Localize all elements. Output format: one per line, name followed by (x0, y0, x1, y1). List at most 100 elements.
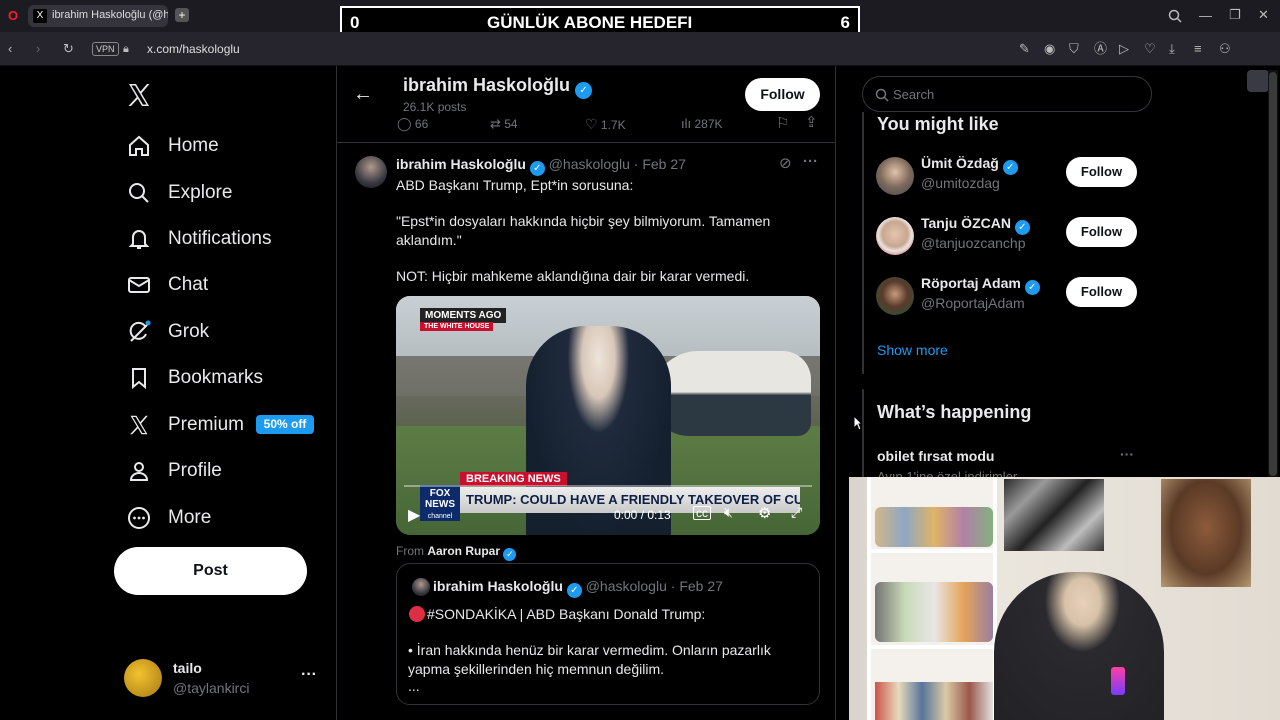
suggestion-handle: @tanjuozcanchp (921, 235, 1026, 251)
forward-icon[interactable]: › (36, 41, 40, 57)
bookmark-icon[interactable]: ⚐ (776, 114, 789, 132)
header-follow-button[interactable]: Follow (745, 78, 820, 111)
nav-more[interactable]: More (126, 498, 211, 538)
figures-row (875, 582, 993, 642)
tweet-author-name[interactable]: ibrahim Haskoloğlu (396, 156, 526, 172)
fox-news-logo: FOX NEWS channel (420, 485, 460, 521)
play-icon[interactable]: ▶ (408, 505, 420, 525)
repost-count: 54 (504, 117, 518, 131)
post-button[interactable]: Post (114, 547, 307, 595)
repost-icon: ⇄ (490, 116, 501, 131)
repost-action[interactable]: ⇄ 54 (490, 116, 518, 132)
x-logo-icon[interactable] (126, 82, 152, 108)
goal-left-count: 0 (350, 13, 360, 32)
opera-logo-icon[interactable]: O (8, 8, 18, 24)
restore-icon[interactable]: ❐ (1229, 7, 1241, 23)
verified-badge-icon: ✓ (1014, 220, 1030, 235)
home-icon (126, 133, 152, 159)
more-dots-icon[interactable]: ··· (803, 153, 818, 170)
video-progress-track[interactable] (404, 485, 812, 487)
back-arrow-icon[interactable]: ← (353, 83, 373, 106)
follow-button[interactable]: Follow (1066, 277, 1137, 307)
nav-label: Profile (168, 460, 222, 481)
captions-icon[interactable]: cc (693, 506, 711, 520)
extensions-icon[interactable] (1247, 70, 1269, 92)
search-placeholder: Search (893, 87, 935, 102)
settings-icon[interactable]: ⚙ (758, 504, 771, 522)
play-icon[interactable]: ▷ (1119, 41, 1129, 57)
mouse-cursor-icon (853, 415, 863, 431)
post-count: 26.1K posts (403, 100, 467, 114)
nav-explore[interactable]: Explore (126, 173, 232, 213)
breaking-news-banner: BREAKING NEWS (460, 472, 567, 486)
close-window-icon[interactable]: ✕ (1258, 7, 1269, 23)
nav-premium[interactable]: Premium (126, 405, 244, 445)
phone-light (1111, 667, 1125, 695)
camera-icon[interactable]: ◉ (1044, 41, 1055, 57)
profile-icon[interactable]: ⚇ (1219, 41, 1231, 57)
vpn-badge[interactable]: VPN (92, 42, 119, 56)
tweet-handle[interactable]: @haskologlu (549, 156, 630, 172)
follow-button[interactable]: Follow (1066, 157, 1137, 187)
tweet-date[interactable]: Feb 27 (642, 156, 686, 172)
mute-icon[interactable]: 🔇︎ (724, 504, 733, 521)
verified-badge-icon: ✓ (503, 548, 517, 561)
helicopter (651, 351, 811, 436)
views-count: 287K (694, 117, 723, 131)
quote-author-name: ibrahim Haskoloğlu (433, 578, 563, 594)
reload-icon[interactable]: ↻ (63, 41, 74, 57)
suggestion-row[interactable]: Röportaj Adam ✓ @RoportajAdam Follow (876, 275, 1140, 323)
minimize-icon[interactable]: — (1199, 8, 1212, 24)
quote-text-line-1: #SONDAKİKA | ABD Başkanı Donald Trump: (427, 606, 706, 622)
account-switcher[interactable]: tailo @taylankirci ··· (124, 658, 324, 700)
avatar (876, 157, 914, 195)
fullscreen-icon[interactable]: ⤢ (791, 504, 802, 521)
more-circle-icon (126, 505, 152, 531)
bell-icon (126, 226, 152, 252)
follow-button[interactable]: Follow (1066, 217, 1137, 247)
translate-icon[interactable]: Ⓐ (1094, 41, 1107, 57)
video-player[interactable]: MOMENTS AGO THE WHITE HOUSE BREAKING NEW… (396, 296, 820, 535)
search-icon[interactable] (1168, 9, 1182, 23)
page-scrollbar[interactable] (1268, 70, 1278, 480)
heart-icon[interactable]: ♡ (1144, 41, 1156, 57)
url-field[interactable]: x.com/haskologlu (147, 42, 240, 56)
nav-grok[interactable]: Grok (126, 312, 209, 352)
scrollbar-thumb[interactable] (1269, 72, 1277, 476)
show-more-link[interactable]: Show more (877, 342, 948, 358)
suggestion-row[interactable]: Tanju ÖZCAN ✓ @tanjuozcanchp Follow (876, 215, 1140, 263)
suggestion-name-row: Tanju ÖZCAN ✓ (921, 215, 1030, 235)
attribution-name[interactable]: Aaron Rupar (427, 544, 500, 558)
like-action[interactable]: ♡ 1.7K (585, 116, 626, 133)
nav-chat[interactable]: Chat (126, 265, 208, 305)
edit-icon[interactable]: ✎ (1019, 41, 1030, 57)
red-circle-icon (409, 606, 425, 622)
shield-icon[interactable]: ⛉ (1069, 41, 1079, 57)
nav-home[interactable]: Home (126, 126, 219, 166)
grok-icon (126, 319, 152, 345)
x-favicon-icon: X (33, 9, 47, 23)
menu-icon[interactable]: ≡ (1194, 41, 1202, 57)
search-input[interactable]: Search (862, 76, 1152, 112)
suggestion-name-row: Röportaj Adam ✓ (921, 275, 1040, 295)
tweet-text-line-1: ABD Başkanı Trump, Ept*in sorusuna: (396, 177, 634, 193)
views-action[interactable]: ılı 287K (681, 116, 723, 131)
suggestion-row[interactable]: Ümit Özdağ ✓ @umitozdag Follow (876, 155, 1140, 203)
grok-icon[interactable]: ⊘ (779, 154, 792, 172)
nav-label: Premium (168, 414, 245, 435)
trend-title[interactable]: obilet fırsat modu (877, 448, 994, 464)
new-tab-icon[interactable]: + (175, 8, 189, 22)
nav-profile[interactable]: Profile (126, 451, 222, 491)
browser-tab[interactable]: X ibrahim Haskoloğlu (@haskologlu) (28, 5, 168, 27)
more-dots-icon[interactable]: ··· (1120, 446, 1134, 462)
share-icon[interactable]: ⇪ (805, 113, 818, 131)
quoted-tweet[interactable]: ibrahim Haskoloğlu ✓ @haskologlu · Feb 2… (396, 563, 820, 705)
back-icon[interactable]: ‹ (8, 41, 12, 57)
download-icon[interactable]: ⤓ (1169, 41, 1175, 57)
reply-action[interactable]: ◯ 66 (397, 116, 428, 132)
nav-notifications[interactable]: Notifications (126, 219, 272, 259)
shelf-board (871, 549, 993, 553)
bookmark-icon (126, 365, 152, 391)
moments-ago-text: MOMENTS AGO (425, 310, 502, 321)
nav-bookmarks[interactable]: Bookmarks (126, 358, 263, 398)
